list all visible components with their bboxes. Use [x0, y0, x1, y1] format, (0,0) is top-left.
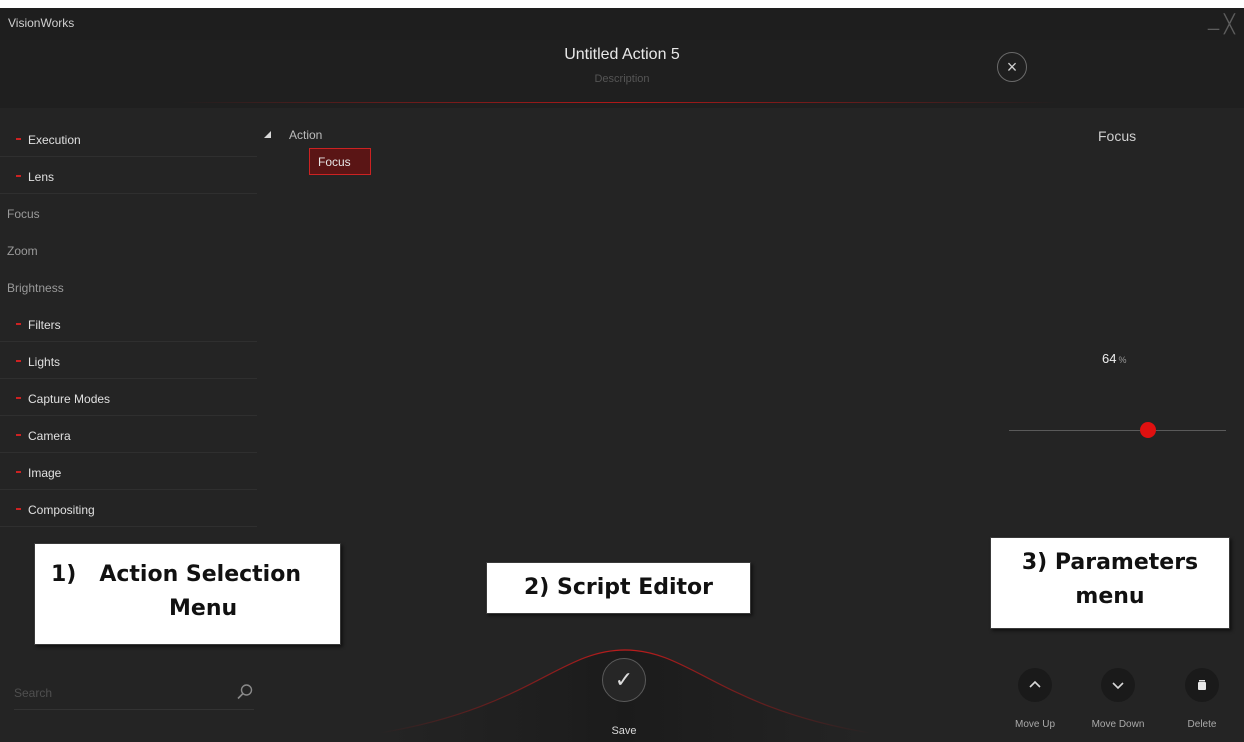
script-root-node[interactable]: Action [289, 128, 322, 142]
menu-item-zoom[interactable]: Zoom [0, 231, 257, 268]
menu-item-lights[interactable]: Lights [0, 342, 257, 379]
title-bar: VisionWorks _ ╳ [0, 8, 1244, 40]
move-down-button[interactable] [1101, 668, 1135, 702]
expand-caret-icon [16, 471, 21, 473]
parameters-title: Focus [1098, 128, 1137, 144]
move-up-label: Move Up [1014, 719, 1055, 730]
menu-item-compositing[interactable]: Compositing [0, 490, 257, 527]
move-up-button[interactable] [1018, 668, 1052, 702]
callout-script-editor: 2) Script Editor [486, 562, 751, 614]
menu-item-execution[interactable]: Execution [0, 120, 257, 157]
parameter-unit: % [1118, 355, 1127, 365]
delete-button[interactable] [1185, 668, 1219, 702]
action-title[interactable]: Untitled Action 5 [0, 46, 1244, 64]
expand-caret-icon [16, 175, 21, 177]
description-field[interactable]: Description [0, 73, 1244, 85]
callout-text-line1: 1) Action Selection [51, 562, 302, 587]
menu-item-filters[interactable]: Filters [0, 305, 257, 342]
menu-item-camera[interactable]: Camera [0, 416, 257, 453]
minimize-button[interactable]: _ [1208, 8, 1219, 32]
menu-item-label: Capture Modes [28, 392, 111, 406]
action-selection-menu: Execution Lens Focus Zoom Brightness Fil… [0, 120, 257, 527]
callout-parameters-menu: 3) Parameters menu [990, 537, 1230, 629]
app-name: VisionWorks [8, 16, 75, 30]
menu-item-brightness[interactable]: Brightness [0, 268, 257, 305]
close-icon: × [1006, 57, 1018, 77]
window-close-button[interactable]: ╳ [1224, 12, 1235, 36]
menu-item-label: Lens [28, 170, 55, 184]
callout-text-line2: Menu [169, 596, 238, 621]
delete-label: Delete [1187, 719, 1217, 730]
collapse-triangle-icon[interactable] [264, 131, 271, 138]
parameter-value-number: 64 [1102, 351, 1117, 366]
header-divider [180, 102, 1060, 103]
save-label: Save [611, 725, 637, 737]
script-node-focus[interactable]: Focus [309, 148, 371, 175]
expand-caret-icon [16, 434, 21, 436]
callout-action-selection-menu: 1) Action Selection Menu [34, 543, 341, 645]
callout-text: 2) Script Editor [523, 575, 714, 600]
menu-item-label: Zoom [7, 244, 38, 258]
expand-caret-icon [16, 138, 21, 140]
menu-item-label: Lights [28, 355, 61, 369]
search-box [14, 683, 254, 710]
expand-caret-icon [16, 360, 21, 362]
focus-slider-track[interactable] [1009, 430, 1226, 431]
menu-item-capture-modes[interactable]: Capture Modes [0, 379, 257, 416]
chevron-up-icon [1029, 680, 1041, 688]
parameter-value: 64% [1102, 351, 1126, 366]
menu-item-label: Camera [28, 429, 71, 443]
expand-caret-icon [16, 323, 21, 325]
expand-caret-icon [16, 397, 21, 399]
save-button[interactable]: ✓ [602, 658, 646, 702]
menu-item-label: Image [28, 466, 62, 480]
menu-item-lens[interactable]: Lens [0, 157, 257, 194]
close-editor-button[interactable]: × [997, 52, 1027, 82]
focus-slider-thumb[interactable] [1139, 422, 1156, 438]
menu-item-label: Brightness [7, 281, 64, 295]
search-input[interactable] [14, 683, 214, 703]
menu-item-label: Filters [28, 318, 61, 332]
chevron-down-icon [1112, 682, 1124, 690]
menu-item-image[interactable]: Image [0, 453, 257, 490]
move-down-label: Move Down [1091, 719, 1145, 730]
menu-item-label: Focus [7, 207, 40, 221]
trash-icon [1198, 680, 1206, 690]
search-icon[interactable] [236, 683, 254, 701]
menu-item-focus[interactable]: Focus [0, 194, 257, 231]
menu-item-label: Execution [28, 133, 81, 147]
callout-text-line1: 3) Parameters [1021, 550, 1199, 575]
visionworks-window: VisionWorks _ ╳ Untitled Action 5 Descri… [0, 8, 1244, 742]
expand-caret-icon [16, 508, 21, 510]
callout-text-line2: menu [1075, 584, 1145, 609]
checkmark-icon: ✓ [614, 667, 634, 692]
menu-item-label: Compositing [28, 503, 95, 517]
